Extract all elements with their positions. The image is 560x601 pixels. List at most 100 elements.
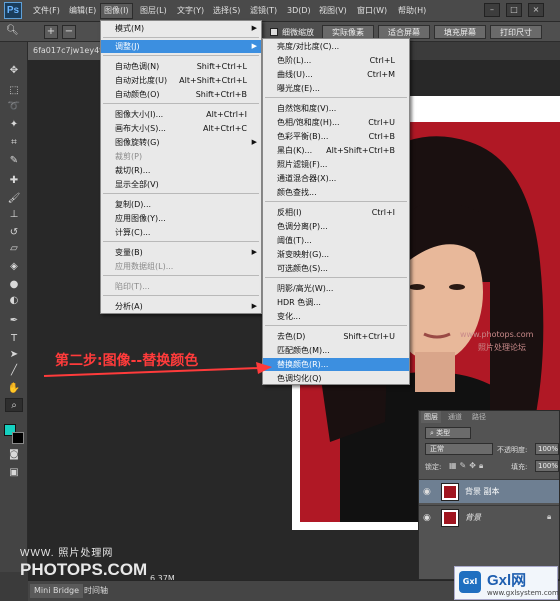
menu-item-hue-saturation[interactable]: 色相/饱和度(H)... Ctrl+U — [263, 116, 409, 129]
menu-item-black-white[interactable]: 黑白(K)... Alt+Shift+Ctrl+B — [263, 144, 409, 157]
menu-item-analysis[interactable]: 分析(A) ▶ — [101, 300, 261, 313]
tab-paths[interactable]: 路径 — [469, 411, 489, 423]
zoom-tool-icon[interactable]: 🔍︎ — [6, 25, 19, 36]
menu-item-auto-contrast[interactable]: 自动对比度(U) Alt+Shift+Ctrl+L — [101, 74, 261, 87]
line-tool-icon[interactable]: ╱ — [5, 364, 23, 378]
fill-screen-button[interactable]: 填充屏幕 — [434, 25, 486, 39]
menu-item-channel-mixer[interactable]: 通道混合器(X)... — [263, 172, 409, 185]
blur-tool-icon[interactable]: ● — [5, 278, 23, 292]
menu-item-variations[interactable]: 变化... — [263, 310, 409, 323]
menu-filter[interactable]: 滤镜(T) — [247, 4, 280, 18]
print-size-button[interactable]: 打印尺寸 — [490, 25, 542, 39]
menu-item-match-color[interactable]: 匹配颜色(M)... — [263, 344, 409, 357]
pen-tool-icon[interactable]: ✒ — [5, 314, 23, 328]
menu-3d[interactable]: 3D(D) — [284, 4, 314, 18]
menu-window[interactable]: 窗口(W) — [354, 4, 390, 18]
menu-item-auto-tone[interactable]: 自动色调(N) Shift+Ctrl+L — [101, 60, 261, 73]
divider — [103, 275, 259, 276]
menu-item-brightness-contrast[interactable]: 亮度/对比度(C)... — [263, 40, 409, 53]
minimize-icon[interactable]: – — [484, 3, 500, 17]
close-icon[interactable]: × — [528, 3, 544, 17]
layer-filter-select[interactable]: ⌕ 类型 — [425, 427, 471, 439]
clone-stamp-tool-icon[interactable]: ⊥ — [5, 208, 23, 222]
dodge-tool-icon[interactable]: ◐ — [5, 294, 23, 308]
layer-row[interactable]: ◉ 背景 副本 — [419, 479, 559, 503]
healing-brush-tool-icon[interactable]: ✚ — [5, 174, 23, 188]
menu-item-photo-filter[interactable]: 照片滤镜(F)... — [263, 158, 409, 171]
tab-channels[interactable]: 通道 — [445, 411, 465, 423]
menu-item-gradient-map[interactable]: 渐变映射(G)... — [263, 248, 409, 261]
maximize-icon[interactable]: □ — [506, 3, 522, 17]
menu-image[interactable]: 图像(I) — [100, 3, 133, 19]
eye-icon[interactable]: ◉ — [423, 513, 431, 523]
layer-row[interactable]: ◉ 背景 🔒︎ — [419, 505, 559, 529]
paint-bucket-tool-icon[interactable]: ◈ — [5, 260, 23, 274]
eye-icon[interactable]: ◉ — [423, 487, 431, 497]
menu-item-auto-color[interactable]: 自动颜色(O) Shift+Ctrl+B — [101, 88, 261, 101]
blend-mode-select[interactable]: 正常 — [425, 443, 493, 455]
menu-item-equalize[interactable]: 色调均化(Q) — [263, 372, 409, 385]
marquee-tool-icon[interactable]: ⬚ — [5, 84, 23, 98]
menu-select[interactable]: 选择(S) — [210, 4, 243, 18]
menu-item-posterize[interactable]: 色调分离(P)... — [263, 220, 409, 233]
menu-item-levels[interactable]: 色阶(L)... Ctrl+L — [263, 54, 409, 67]
zoom-tool-button-icon[interactable]: ⌕ — [5, 398, 23, 412]
eraser-tool-icon[interactable]: ▱ — [5, 242, 23, 256]
screen-mode-icon[interactable]: ▣ — [5, 466, 23, 480]
image-menu: 模式(M) ▶ 调整(J) ▶ 自动色调(N) Shift+Ctrl+L 自动对比度(… — [100, 20, 262, 314]
opacity-input[interactable]: 100% — [535, 443, 559, 455]
menu-item-apply-image[interactable]: 应用图像(Y)... — [101, 212, 261, 225]
menu-item-image-size[interactable]: 图像大小(I)... Alt+Ctrl+I — [101, 108, 261, 121]
lock-icons[interactable]: ▦✎✥🔒︎ — [449, 461, 493, 471]
menu-item-vibrance[interactable]: 自然饱和度(V)... — [263, 102, 409, 115]
menu-item-adjustments[interactable]: 调整(J) ▶ — [101, 40, 261, 53]
menu-layer[interactable]: 图层(L) — [137, 4, 170, 18]
menu-item-calculations[interactable]: 计算(C)... — [101, 226, 261, 239]
menu-item-variables[interactable]: 变量(B) ▶ — [101, 246, 261, 259]
background-color-swatch[interactable] — [12, 432, 24, 444]
tab-timeline[interactable]: 时间轴 — [80, 584, 112, 598]
hand-tool-icon[interactable]: ✋ — [5, 382, 23, 396]
divider — [265, 97, 407, 98]
move-tool-icon[interactable]: ✥ — [5, 64, 23, 78]
menu-item-exposure[interactable]: 曝光度(E)... — [263, 82, 409, 95]
menu-file[interactable]: 文件(F) — [30, 4, 63, 18]
path-selection-tool-icon[interactable]: ➤ — [5, 348, 23, 362]
menu-help[interactable]: 帮助(H) — [395, 4, 429, 18]
tab-mini-bridge[interactable]: Mini Bridge — [30, 584, 84, 598]
menu-item-mode[interactable]: 模式(M) ▶ — [101, 22, 261, 35]
crop-tool-icon[interactable]: ⌗ — [5, 136, 23, 150]
menu-item-reveal-all[interactable]: 显示全部(V) — [101, 178, 261, 191]
menu-type[interactable]: 文字(Y) — [174, 4, 207, 18]
menu-item-canvas-size[interactable]: 画布大小(S)... Alt+Ctrl+C — [101, 122, 261, 135]
menu-item-threshold[interactable]: 阈值(T)... — [263, 234, 409, 247]
menu-item-trim[interactable]: 裁切(R)... — [101, 164, 261, 177]
eyedropper-tool-icon[interactable]: ✎ — [5, 154, 23, 168]
zoom-out-button[interactable]: − — [62, 25, 76, 39]
brush-tool-icon[interactable]: 🖌︎ — [5, 192, 23, 206]
menu-item-curves[interactable]: 曲线(U)... Ctrl+M — [263, 68, 409, 81]
menu-item-hdr-toning[interactable]: HDR 色调... — [263, 296, 409, 309]
actual-pixels-button[interactable]: 实际像素 — [322, 25, 374, 39]
menu-item-shadows-highlights[interactable]: 阴影/高光(W)... — [263, 282, 409, 295]
magic-wand-tool-icon[interactable]: ✦ — [5, 118, 23, 132]
menu-item-image-rotation[interactable]: 图像旋转(G) ▶ — [101, 136, 261, 149]
tab-layers[interactable]: 图层 — [421, 411, 441, 423]
menu-edit[interactable]: 编辑(E) — [66, 4, 99, 18]
menu-item-color-lookup[interactable]: 颜色查找... — [263, 186, 409, 199]
quick-mask-icon[interactable]: ◙ — [5, 448, 23, 462]
fit-screen-button[interactable]: 适合屏幕 — [378, 25, 430, 39]
menu-item-color-balance[interactable]: 色彩平衡(B)... Ctrl+B — [263, 130, 409, 143]
menu-item-desaturate[interactable]: 去色(D) Shift+Ctrl+U — [263, 330, 409, 343]
history-brush-tool-icon[interactable]: ↺ — [5, 226, 23, 240]
menu-item-selective-color[interactable]: 可选颜色(S)... — [263, 262, 409, 275]
type-tool-icon[interactable]: T — [5, 332, 23, 346]
menu-item-replace-color[interactable]: 替换颜色(R)... — [263, 358, 409, 371]
menu-item-duplicate[interactable]: 复制(D)... — [101, 198, 261, 211]
zoom-in-button[interactable]: + — [44, 25, 58, 39]
fill-input[interactable]: 100% — [535, 460, 559, 472]
menu-item-invert[interactable]: 反相(I) Ctrl+I — [263, 206, 409, 219]
lasso-tool-icon[interactable]: ➰ — [5, 100, 23, 114]
menu-view[interactable]: 视图(V) — [316, 4, 350, 18]
fine-zoom-checkbox[interactable] — [270, 28, 278, 36]
